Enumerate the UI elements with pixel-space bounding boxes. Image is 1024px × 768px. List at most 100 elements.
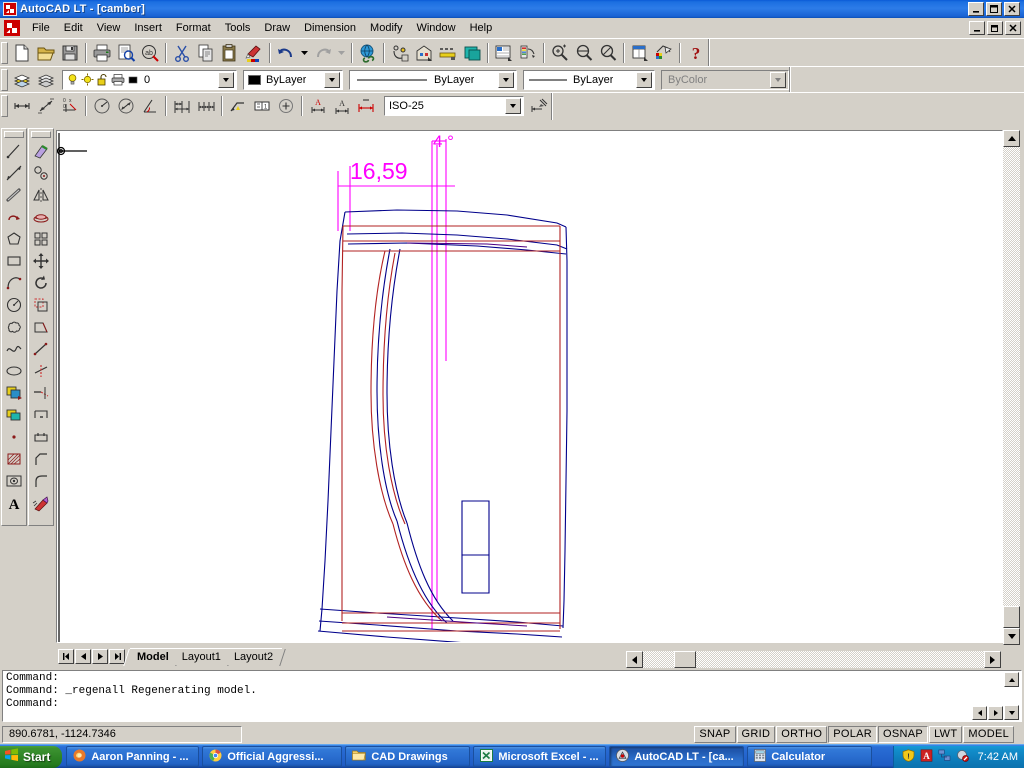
command-horizontal-scrollbar[interactable]: [4, 706, 1003, 720]
last-tab-button[interactable]: [109, 648, 125, 664]
hscroll-thumb[interactable]: [674, 651, 696, 668]
array-icon[interactable]: [29, 228, 52, 250]
vscroll-thumb[interactable]: [1003, 606, 1020, 628]
move-icon[interactable]: [29, 250, 52, 272]
vscroll-track[interactable]: [1003, 130, 1020, 645]
mirror-icon[interactable]: [29, 184, 52, 206]
canvas-vertical-scrollbar[interactable]: [1003, 130, 1020, 645]
diameter-dimension-icon[interactable]: [114, 95, 138, 118]
scroll-right-button[interactable]: [984, 651, 1001, 668]
layer-properties-manager-icon[interactable]: [34, 68, 58, 91]
quick-leader-icon[interactable]: [226, 95, 250, 118]
plotstyle-combo-arrow[interactable]: [770, 71, 786, 88]
new-icon[interactable]: [10, 41, 34, 64]
plotstyle-combo[interactable]: ByColor: [661, 69, 789, 90]
make-object-layer-current-icon[interactable]: [10, 68, 34, 91]
menu-draw[interactable]: Draw: [257, 20, 297, 36]
aligned-dimension-icon[interactable]: [34, 95, 58, 118]
angular-dimension-icon[interactable]: [138, 95, 162, 118]
copy-icon[interactable]: [194, 41, 218, 64]
undo-arrow-icon[interactable]: [274, 41, 298, 64]
explode-icon[interactable]: [29, 492, 52, 514]
polygon-shape-icon[interactable]: [2, 228, 25, 250]
construction-line-icon[interactable]: [2, 162, 25, 184]
dimension-update-icon[interactable]: [354, 95, 378, 118]
lineweight-combo[interactable]: ByLayer: [523, 69, 655, 90]
lineweight-combo-arrow[interactable]: [636, 71, 652, 88]
save-floppy-icon[interactable]: [58, 41, 82, 64]
hyperlink-globe-icon[interactable]: [356, 41, 380, 64]
canvas-horizontal-scrollbar[interactable]: [626, 651, 1001, 668]
chamfer-icon[interactable]: [29, 448, 52, 470]
extend-icon[interactable]: [29, 382, 52, 404]
print-icon[interactable]: [90, 41, 114, 64]
scroll-up-button[interactable]: [1003, 130, 1020, 147]
first-tab-button[interactable]: [58, 648, 74, 664]
open-folder-icon[interactable]: [34, 41, 58, 64]
status-toggle-model[interactable]: MODEL: [963, 725, 1014, 743]
named-views-icon[interactable]: [460, 41, 484, 64]
cut-scissors-icon[interactable]: [170, 41, 194, 64]
menu-help[interactable]: Help: [463, 20, 500, 36]
linetype-icon[interactable]: [436, 41, 460, 64]
rotate-icon[interactable]: [29, 272, 52, 294]
paste-icon[interactable]: [218, 41, 242, 64]
color-combo-arrow[interactable]: [324, 71, 340, 88]
menu-file[interactable]: File: [25, 20, 57, 36]
insert-block-icon[interactable]: [2, 382, 25, 404]
scroll-down-button[interactable]: [1003, 628, 1020, 645]
tab-layout1[interactable]: Layout1: [174, 648, 234, 666]
status-toggle-polar[interactable]: POLAR: [828, 725, 878, 743]
next-tab-button[interactable]: [92, 648, 108, 664]
ellipse-icon[interactable]: [2, 360, 25, 382]
taskbar-item-chrome[interactable]: Official Aggressi...: [202, 746, 343, 767]
status-toggle-snap[interactable]: SNAP: [694, 725, 736, 743]
revision-cloud-icon[interactable]: [2, 316, 25, 338]
menu-insert[interactable]: Insert: [127, 20, 169, 36]
zoom-previous-icon[interactable]: [572, 41, 596, 64]
command-scroll-left-button[interactable]: [972, 706, 987, 720]
redo-dropdown-icon[interactable]: [335, 41, 348, 64]
linetype-combo-arrow[interactable]: [498, 71, 514, 88]
antivirus-icon[interactable]: [956, 749, 969, 765]
taskbar-item-excel[interactable]: Microsoft Excel - ...: [473, 746, 607, 767]
make-block-icon[interactable]: [2, 404, 25, 426]
tolerance-icon[interactable]: 1: [250, 95, 274, 118]
distance-inquiry-icon[interactable]: [388, 41, 412, 64]
spline-icon[interactable]: [2, 338, 25, 360]
undo-dropdown-icon[interactable]: [298, 41, 311, 64]
security-shield-icon[interactable]: !: [902, 748, 915, 765]
taskbar-item-autocad[interactable]: AutoCAD LT - [ca...: [609, 746, 745, 767]
command-scroll-down-button[interactable]: [1004, 705, 1019, 720]
prev-tab-button[interactable]: [75, 648, 91, 664]
hatch-icon[interactable]: [2, 448, 25, 470]
taskbar-item-firefox[interactable]: Aaron Panning - ...: [66, 746, 200, 767]
system-clock[interactable]: 7:42 AM: [978, 751, 1018, 763]
arc-icon[interactable]: [2, 272, 25, 294]
linear-dimension-icon[interactable]: [10, 95, 34, 118]
scale-icon[interactable]: [29, 294, 52, 316]
radius-dimension-icon[interactable]: [90, 95, 114, 118]
tab-layout2[interactable]: Layout2: [226, 648, 286, 666]
drawing-canvas[interactable]: 16,59 4 °: [56, 130, 1003, 643]
ordinate-dimension-icon[interactable]: 0 x 0: [58, 95, 82, 118]
fillet-icon[interactable]: [29, 470, 52, 492]
multiline-text-icon[interactable]: A: [2, 492, 25, 514]
layer-combo-arrow[interactable]: [218, 71, 234, 88]
mdi-minimize-button[interactable]: [969, 21, 985, 35]
minimize-button[interactable]: [968, 2, 984, 16]
circle-icon[interactable]: [2, 294, 25, 316]
polyline-icon[interactable]: [2, 184, 25, 206]
network-icon[interactable]: [938, 749, 951, 765]
start-button[interactable]: Start: [0, 745, 63, 768]
tool-palettes-icon[interactable]: [628, 41, 652, 64]
dimstyle-combo[interactable]: ISO-25: [384, 96, 524, 116]
menu-edit[interactable]: Edit: [57, 20, 90, 36]
offset-icon[interactable]: [29, 206, 52, 228]
break-at-point-icon[interactable]: [29, 404, 52, 426]
toolbar-grip[interactable]: [31, 131, 51, 138]
match-properties-brush-icon[interactable]: [242, 41, 266, 64]
document-icon[interactable]: [3, 19, 21, 37]
command-vertical-scrollbar[interactable]: [1004, 672, 1020, 720]
toolbar-grip[interactable]: [1, 95, 8, 117]
